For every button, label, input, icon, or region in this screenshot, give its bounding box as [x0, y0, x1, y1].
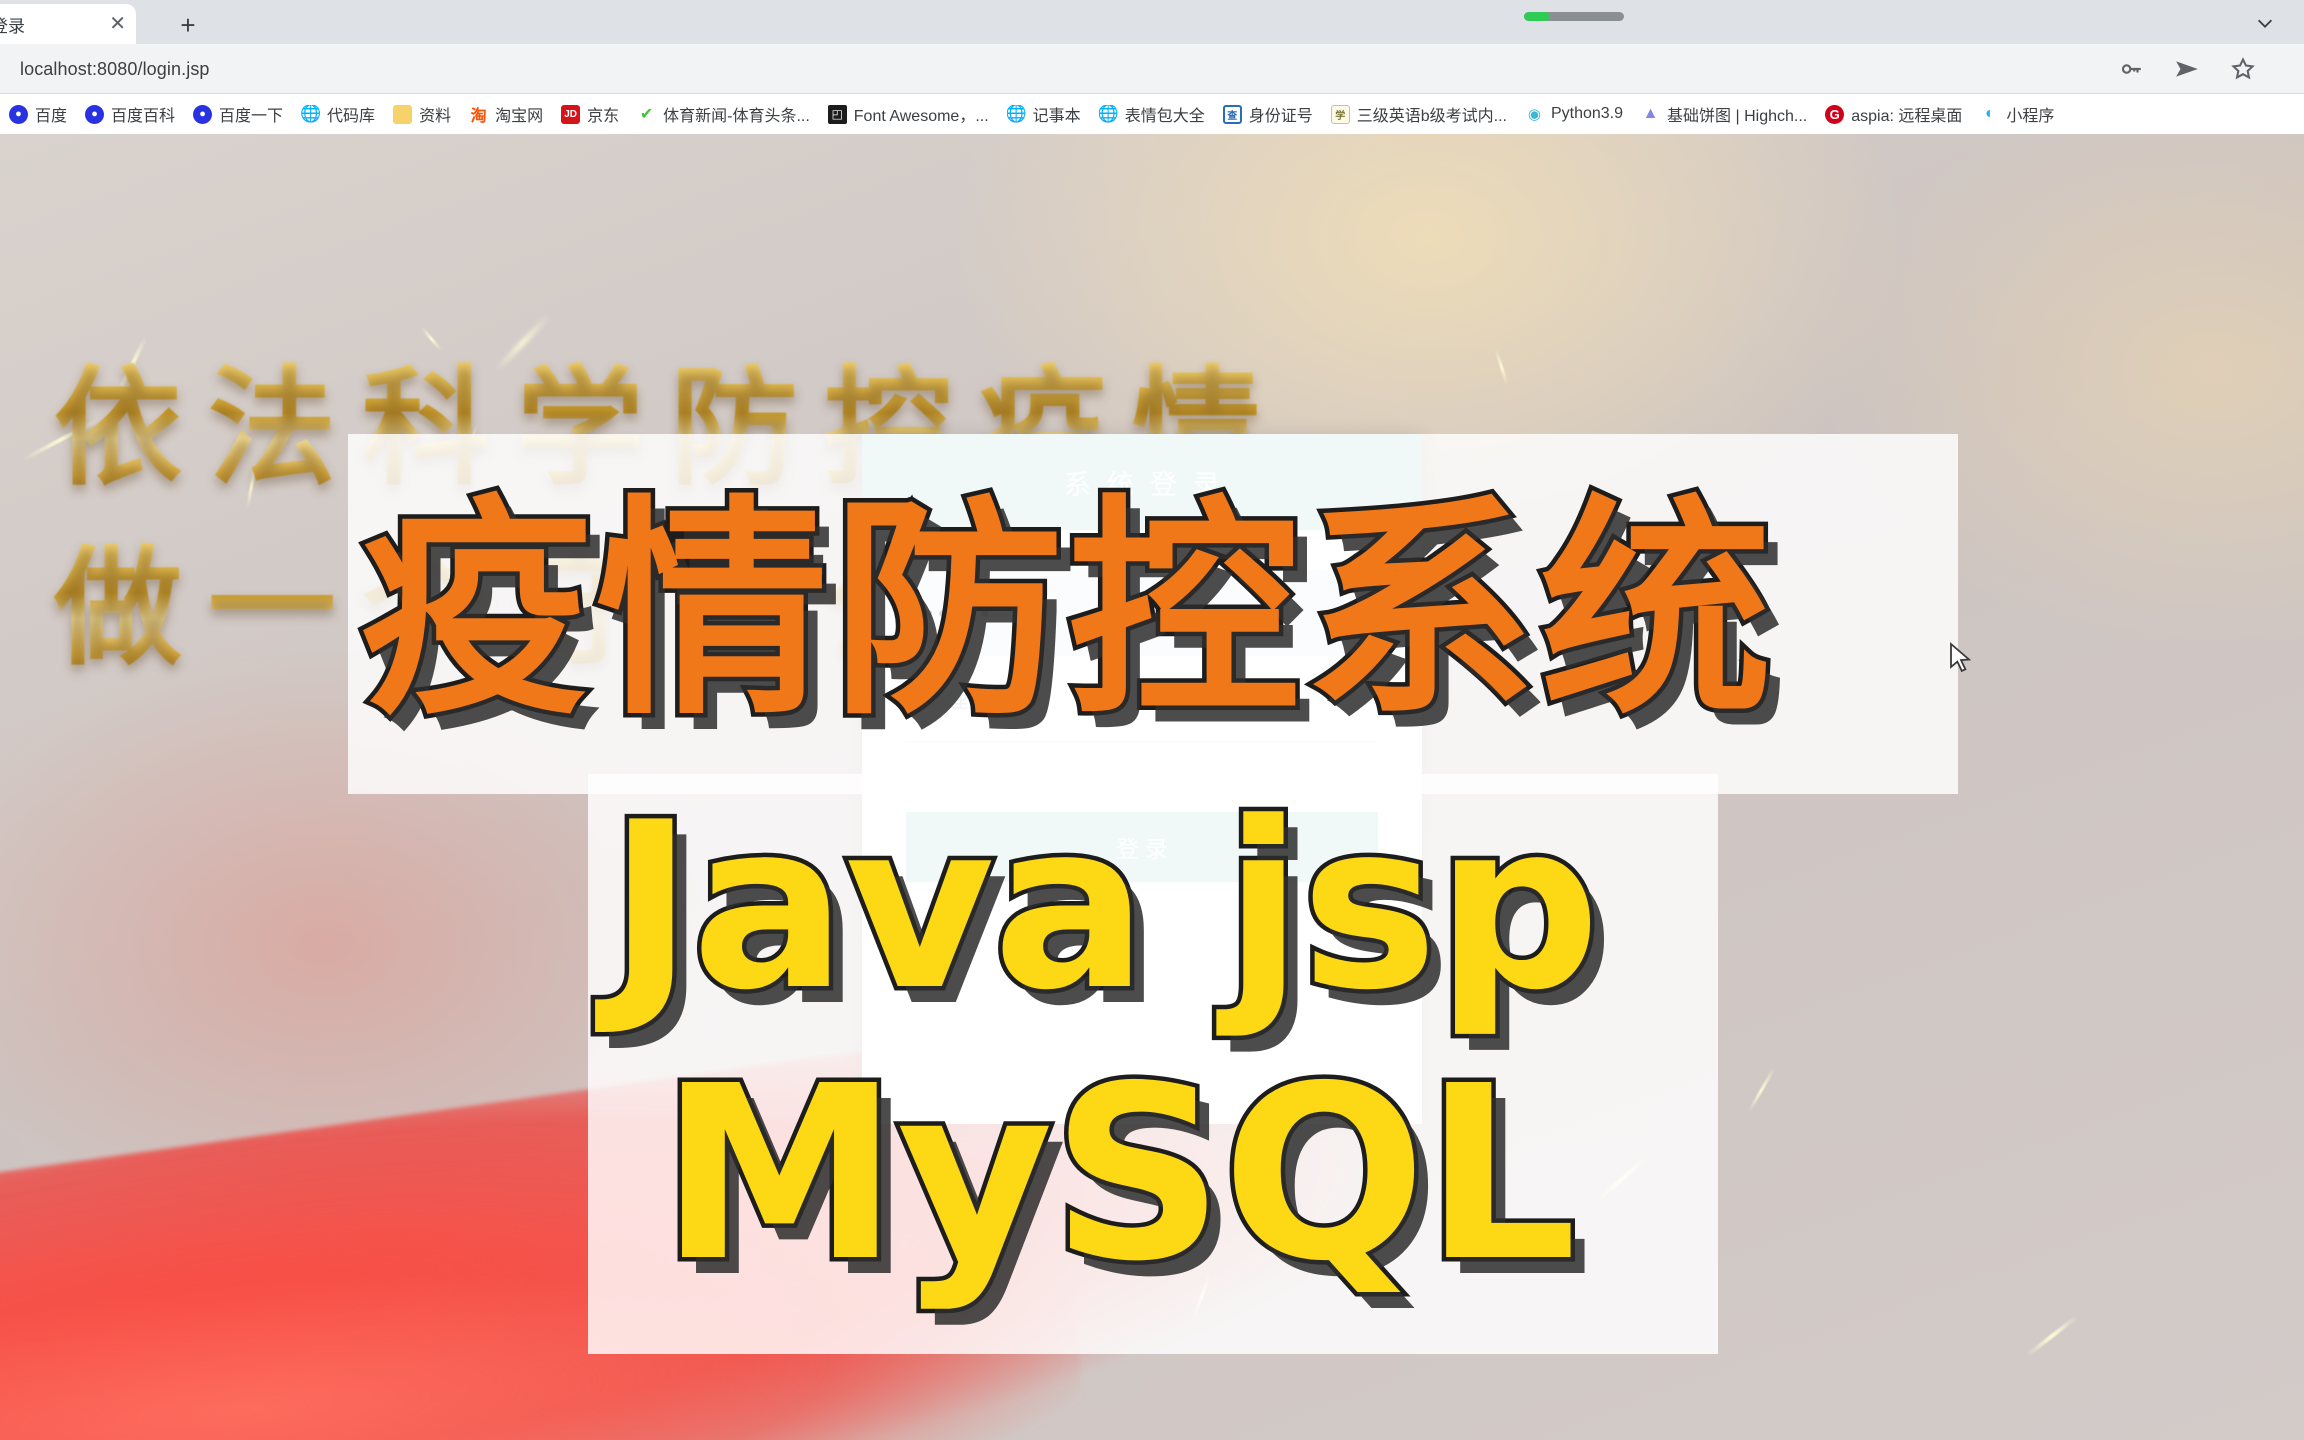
bookmarks-bar: ● 百度 ● 百度百科 ● 百度一下 🌐 代码库 资料淘淘宝网 JD 京东 ✔ 体育新闻-体育头条...…: [0, 94, 2304, 134]
bookmark-item[interactable]: ● 百度百科: [76, 99, 184, 129]
chevron-down-icon[interactable]: [2250, 8, 2280, 38]
bookmark-item[interactable]: ◐ 小程序: [1971, 99, 2063, 129]
plus-icon[interactable]: +: [170, 10, 206, 40]
overlay-title-chinese: 疫情防控系统: [355, 472, 1777, 751]
python-icon: ◉: [1524, 104, 1544, 124]
bookmark-item[interactable]: 🌐 代码库: [292, 99, 384, 129]
hao123-icon: ✔: [637, 104, 657, 124]
bookmark-item[interactable]: 🌐 记事本: [998, 99, 1090, 129]
bookmark-label: 百度百科: [111, 108, 176, 125]
aspia-icon: G: [1825, 104, 1845, 124]
bookmark-item[interactable]: ◰ Font Awesome，...: [819, 99, 998, 129]
bookmark-item[interactable]: 淘淘宝网: [460, 99, 552, 129]
bookmark-item[interactable]: 学三级英语b级考试内...: [1322, 99, 1516, 129]
overlay-title-english-1: Java jsp: [603, 770, 1604, 1046]
bookmark-item[interactable]: ◉ Python3.9: [1516, 99, 1632, 129]
bookmark-label: 体育新闻-体育头条...: [663, 108, 810, 125]
address-bar[interactable]: localhost:8080/login.jsp: [0, 50, 2274, 88]
browser-tab[interactable]: 台登录 ✕: [0, 4, 136, 44]
download-progress-bar: [1524, 12, 1624, 21]
bookmark-label: 三级英语b级考试内...: [1356, 108, 1507, 125]
send-icon[interactable]: [2174, 56, 2200, 82]
jd-icon: JD: [561, 104, 581, 124]
bookmark-label: Python3.9: [1550, 105, 1624, 122]
bookmark-label: 淘宝网: [495, 108, 544, 125]
baidu-icon: ●: [85, 104, 105, 124]
tab-title: 台登录: [0, 16, 25, 36]
page-viewport: 依法科学防控疫情 做一个守法公民 系统登录 ••••• 管理员 登录 疫情防控: [0, 134, 2304, 1440]
bookmark-item[interactable]: 资料: [384, 99, 460, 129]
bookmark-label: aspia: 远程桌面: [1851, 108, 1963, 125]
globe-icon: 🌐: [1006, 104, 1026, 124]
folder-icon: [393, 104, 413, 124]
star-icon[interactable]: [2230, 56, 2256, 82]
bookmark-label: 代码库: [327, 108, 376, 125]
bookmark-item[interactable]: 查身份证号: [1214, 99, 1322, 129]
mouse-pointer-icon: [1948, 642, 1974, 676]
bookmark-label: 百度: [35, 108, 68, 125]
bookmark-label: 基础饼图 | Highch...: [1667, 108, 1808, 125]
baidu-icon: ●: [9, 104, 28, 124]
highcharts-icon: ▲: [1641, 104, 1661, 124]
bookmark-item[interactable]: JD 京东: [552, 99, 628, 129]
globe-icon: 🌐: [1098, 104, 1118, 124]
bookmark-label: Font Awesome，...: [853, 108, 989, 125]
bookmark-label: 记事本: [1032, 108, 1081, 125]
document-icon: 学: [1330, 104, 1350, 124]
bookmark-item[interactable]: ● 百度一下: [184, 99, 292, 129]
bookmark-label: 身份证号: [1248, 108, 1313, 125]
bookmark-label: 百度一下: [219, 108, 284, 125]
close-icon[interactable]: ✕: [109, 14, 126, 34]
bookmark-item[interactable]: ✔ 体育新闻-体育头条...: [628, 99, 819, 129]
baidu-icon: ●: [193, 104, 213, 124]
wechat-icon: ◐: [1980, 104, 2000, 124]
globe-icon: 🌐: [301, 104, 321, 124]
fontawesome-icon: ◰: [827, 104, 847, 124]
bookmark-item[interactable]: Gaspia: 远程桌面: [1816, 99, 1971, 129]
toolbar: localhost:8080/login.jsp: [0, 44, 2304, 94]
overlay-title-english-2: MySQL: [655, 1030, 1581, 1319]
bookmark-item[interactable]: ● 百度: [0, 99, 76, 129]
bookmark-label: 小程序: [2006, 108, 2055, 125]
bookmark-label: 资料: [419, 108, 452, 125]
bookmark-label: 表情包大全: [1124, 108, 1205, 125]
tab-strip: 台登录 ✕ +: [0, 0, 2304, 44]
bookmark-label: 京东: [587, 108, 620, 125]
url-text: localhost:8080/login.jsp: [20, 58, 210, 79]
bookmark-item[interactable]: ▲ 基础饼图 | Highch...: [1632, 99, 1816, 129]
bookmark-item[interactable]: 🌐 表情包大全: [1090, 99, 1214, 129]
lookup-icon: 查: [1222, 104, 1242, 124]
key-icon[interactable]: [2118, 56, 2144, 82]
browser-window: 台登录 ✕ + localhost:8080/login.jsp: [0, 0, 2304, 1440]
taobao-icon: 淘: [469, 104, 489, 124]
